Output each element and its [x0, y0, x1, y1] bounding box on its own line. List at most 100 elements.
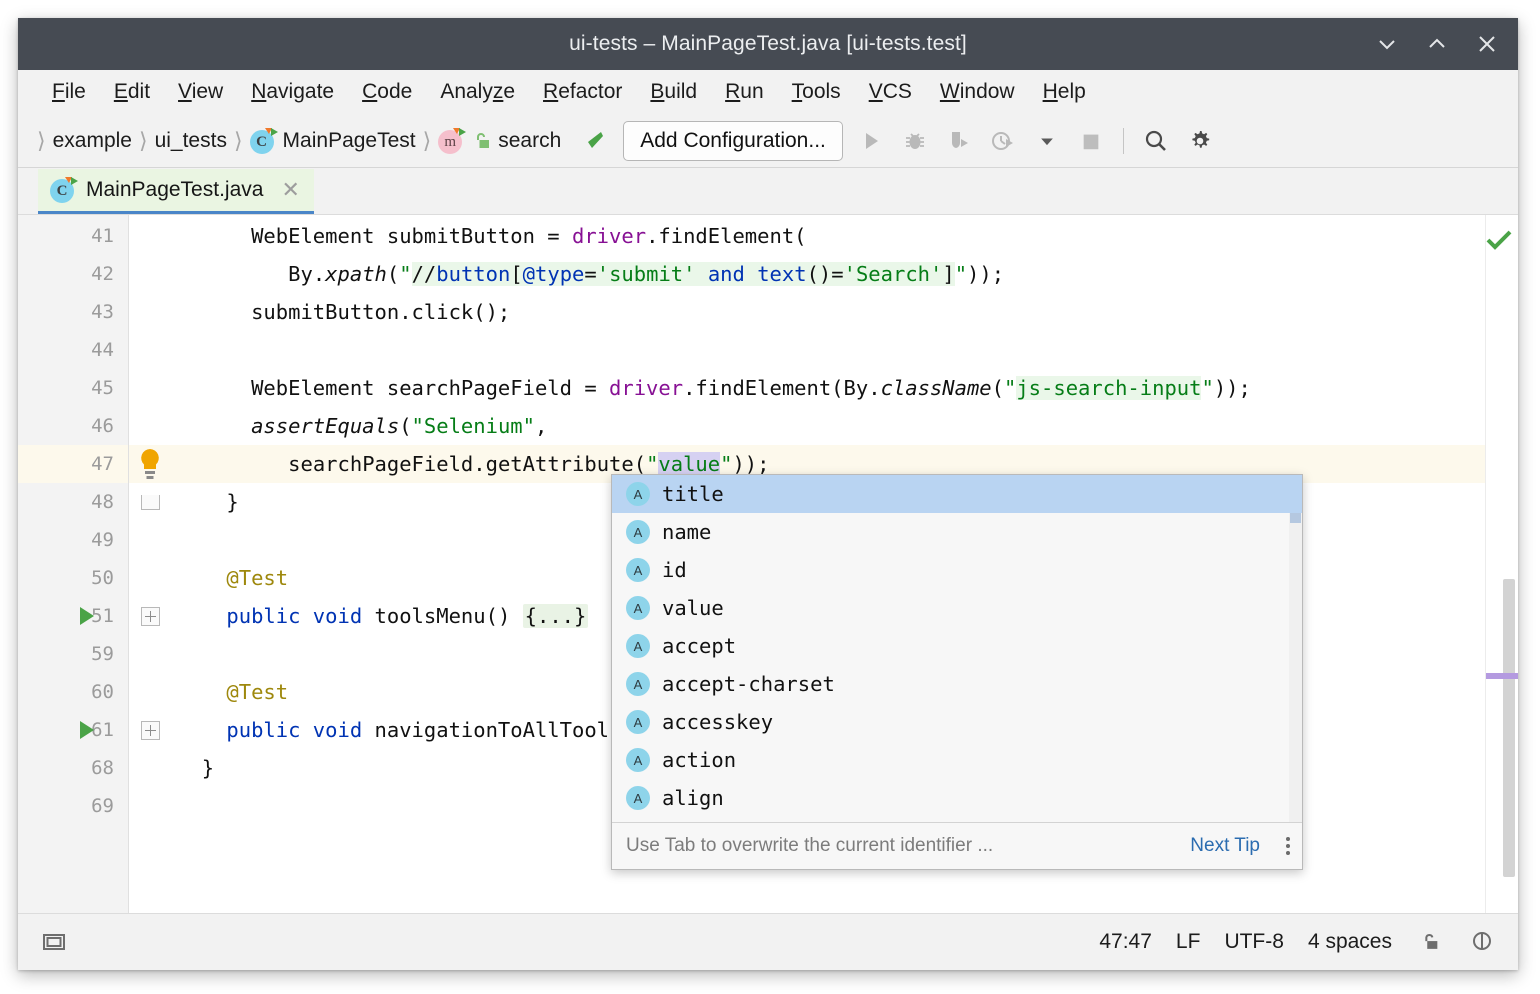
- fold-expand-icon[interactable]: [141, 721, 160, 740]
- code-line[interactable]: By. xpath("//button[@type='submit' and te…: [173, 255, 1485, 293]
- line-separator[interactable]: LF: [1176, 930, 1201, 954]
- breadcrumb-item-ui_tests[interactable]: ui_tests: [155, 129, 227, 153]
- code-token: By.: [288, 262, 326, 286]
- code-token: ": [1201, 376, 1214, 400]
- breadcrumb-item-mainpagetest[interactable]: C MainPageTest: [249, 128, 416, 154]
- close-button[interactable]: [1472, 29, 1502, 59]
- completion-item[interactable]: Aaccept: [612, 627, 1302, 665]
- window-controls: [1372, 29, 1518, 59]
- menu-window[interactable]: Window: [926, 78, 1029, 106]
- public-lock-icon: [471, 131, 491, 151]
- completion-item[interactable]: Aid: [612, 551, 1302, 589]
- completion-item[interactable]: Aaction: [612, 741, 1302, 779]
- completion-item[interactable]: A--: [612, 817, 1302, 822]
- gear-icon[interactable]: [1183, 124, 1217, 158]
- intention-bulb-icon[interactable]: [137, 447, 163, 481]
- indent-setting[interactable]: 4 spaces: [1308, 930, 1392, 954]
- debug-icon[interactable]: [898, 124, 932, 158]
- run-test-gutter-icon[interactable]: [80, 721, 94, 739]
- menu-file[interactable]: File: [38, 78, 100, 106]
- unlocked-padlock-icon[interactable]: [1416, 928, 1444, 956]
- run-dropdown-icon[interactable]: [1030, 124, 1064, 158]
- add-configuration-button[interactable]: Add Configuration...: [623, 121, 843, 161]
- toggle-sidebar-icon[interactable]: [40, 928, 68, 956]
- injected-language-fragment: js-search-input: [1016, 376, 1202, 400]
- menu-navigate[interactable]: Navigate: [237, 78, 348, 106]
- completion-item[interactable]: Aaccesskey: [612, 703, 1302, 741]
- menu-run[interactable]: Run: [711, 78, 778, 106]
- menu-help[interactable]: Help: [1029, 78, 1100, 106]
- completion-footer: Use Tab to overwrite the current identif…: [612, 822, 1302, 869]
- code-line[interactable]: [173, 331, 1485, 369]
- menu-mnemonic: H: [1042, 80, 1058, 103]
- method-icon: m: [438, 128, 467, 154]
- menu-refactor[interactable]: Refactor: [529, 78, 636, 106]
- code-editor[interactable]: 41 42 43 44 45 46 47 48 49 50 51 59 60 61 68 69 WebElem…: [18, 215, 1518, 913]
- code-token: //: [411, 262, 437, 286]
- close-icon[interactable]: ✕: [281, 179, 299, 201]
- line-number-gutter[interactable]: 41 42 43 44 45 46 47 48 49 50 51 59 60 61 68 69: [18, 215, 129, 913]
- line-number: 48: [91, 491, 114, 513]
- code-token: .findElement(By.: [683, 376, 881, 400]
- menu-mnemonic: V: [178, 80, 192, 103]
- tab-mainpagetest-java[interactable]: C MainPageTest.java ✕: [38, 169, 314, 214]
- line-number: 60: [91, 681, 114, 703]
- menu-mnemonic: R: [725, 80, 741, 103]
- window-title: ui-tests – MainPageTest.java [ui-tests.t…: [569, 32, 967, 55]
- menu-mnemonic: C: [362, 80, 378, 103]
- code-line[interactable]: WebElement searchPageField = driver .find…: [173, 369, 1485, 407]
- run-icon[interactable]: [854, 124, 888, 158]
- file-encoding[interactable]: UTF-8: [1224, 930, 1284, 954]
- menu-vcs[interactable]: VCS: [855, 78, 926, 106]
- menu-tools[interactable]: Tools: [778, 78, 855, 106]
- checkmark-ok-icon: [1486, 229, 1512, 256]
- navigation-toolbar: ⟩ example ⟩ ui_tests ⟩ C MainPageTest ⟩ …: [18, 115, 1518, 168]
- editor-scrollbar-thumb[interactable]: [1503, 579, 1515, 877]
- run-triangle-icon: [80, 721, 94, 739]
- completion-item[interactable]: Aname: [612, 513, 1302, 551]
- attribute-icon: A: [626, 520, 650, 544]
- maximize-button[interactable]: [1422, 29, 1452, 59]
- run-test-gutter-icon[interactable]: [80, 607, 94, 625]
- coverage-icon[interactable]: [942, 124, 976, 158]
- fold-expand-icon[interactable]: [141, 607, 160, 626]
- code-line[interactable]: submitButton.click();: [173, 293, 1485, 331]
- line-number: 51: [91, 605, 114, 627]
- line-number: 46: [91, 415, 114, 437]
- back-arrow-icon[interactable]: [579, 126, 609, 156]
- breadcrumb-separator: ⟩: [138, 128, 148, 154]
- breadcrumb-separator: ⟩: [233, 128, 243, 154]
- search-icon[interactable]: [1139, 124, 1173, 158]
- breadcrumb-item-example[interactable]: example: [53, 129, 132, 153]
- profile-icon[interactable]: [986, 124, 1020, 158]
- menu-edit[interactable]: Edit: [100, 78, 164, 106]
- completion-item[interactable]: Aalign: [612, 779, 1302, 817]
- completion-list[interactable]: Atitle Aname Aid Avalue Aaccept Aaccept-chars…: [612, 475, 1302, 822]
- completion-item[interactable]: Avalue: [612, 589, 1302, 627]
- menu-build[interactable]: Build: [636, 78, 711, 106]
- stop-icon[interactable]: [1074, 124, 1108, 158]
- fold-region-end-icon[interactable]: [141, 495, 160, 510]
- fold-gutter[interactable]: [129, 215, 173, 913]
- completion-item[interactable]: Atitle: [612, 475, 1302, 513]
- completion-popup[interactable]: Atitle Aname Aid Avalue Aaccept Aaccept-chars…: [611, 474, 1303, 870]
- menu-view[interactable]: View: [164, 78, 237, 106]
- class-icon: C: [249, 128, 278, 154]
- breadcrumb-item-search[interactable]: m search: [438, 128, 561, 154]
- code-line[interactable]: assertEquals("Selenium",: [173, 407, 1485, 445]
- next-tip-link[interactable]: Next Tip: [1190, 835, 1260, 857]
- line-number: 49: [91, 529, 114, 551]
- menu-mnemonic: E: [113, 80, 128, 103]
- search-marker-stripe[interactable]: [1486, 673, 1518, 679]
- marker-scrollbar[interactable]: [1485, 215, 1518, 913]
- kebab-menu-icon[interactable]: [1286, 837, 1290, 855]
- completion-item[interactable]: Aaccept-charset: [612, 665, 1302, 703]
- caret-position[interactable]: 47:47: [1099, 930, 1152, 954]
- code-token: (: [399, 414, 412, 438]
- code-line[interactable]: WebElement submitButton = driver .findEle…: [173, 217, 1485, 255]
- menu-analyze[interactable]: Analyze: [426, 78, 529, 106]
- event-log-icon[interactable]: [1468, 928, 1496, 956]
- minimize-button[interactable]: [1372, 29, 1402, 59]
- menu-code[interactable]: Code: [348, 78, 426, 106]
